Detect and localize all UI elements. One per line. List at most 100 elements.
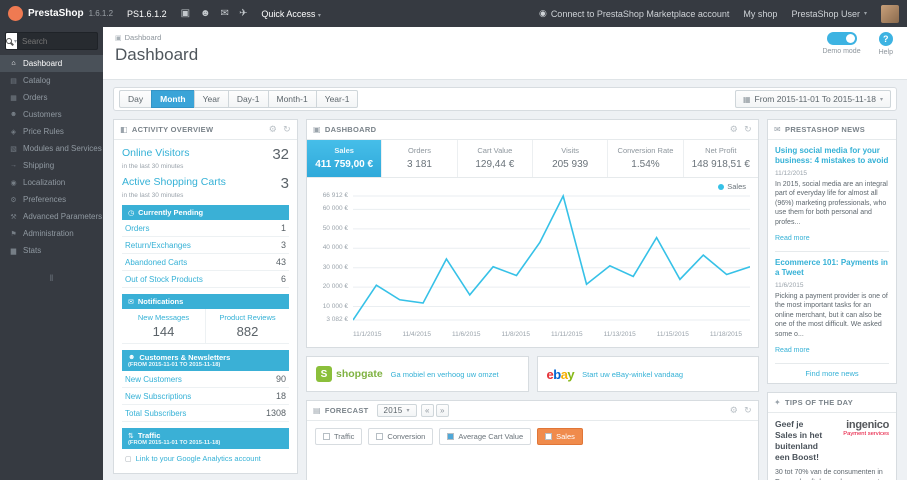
new-customers-link[interactable]: New Customers <box>125 375 182 384</box>
kpi-value: 205 939 <box>552 159 589 170</box>
search-scope-button[interactable]: ▾ <box>6 33 18 49</box>
breadcrumb[interactable]: ▣ Dashboard <box>115 33 895 42</box>
price-rules-icon: ◈ <box>10 128 17 136</box>
sidebar-item-label: Advanced Parameters <box>23 212 103 221</box>
chevron-down-icon: ▾ <box>863 11 867 17</box>
news-article-date: 11/6/2015 <box>775 281 804 289</box>
pending-returns-link[interactable]: Return/Exchanges <box>125 241 191 250</box>
gear-icon[interactable]: ⚙ <box>730 124 738 135</box>
kpi-sales-tab[interactable]: Sales 411 759,00 € <box>307 140 383 177</box>
period-month-1-button[interactable]: Month-1 <box>267 90 317 108</box>
prev-year-button[interactable]: « <box>420 404 434 417</box>
news-article: Ecommerce 101: Payments in a Tweet 11/6/… <box>775 258 889 357</box>
profile-icon[interactable]: ☻ <box>200 8 211 19</box>
legend-conversion-toggle[interactable]: Conversion <box>368 428 434 445</box>
legend-label: Sales <box>727 182 746 191</box>
out-of-stock-link[interactable]: Out of Stock Products <box>125 275 203 284</box>
sidebar-item-advanced-parameters[interactable]: ⚒ Advanced Parameters <box>0 208 103 225</box>
kpi-cart-value-tab[interactable]: Cart Value 129,44 € <box>458 140 533 177</box>
refresh-icon[interactable]: ↻ <box>744 405 752 416</box>
new-messages-cell[interactable]: New Messages 144 <box>122 309 205 343</box>
sidebar-item-catalog[interactable]: ▤ Catalog <box>0 72 103 89</box>
kpi-visits-tab[interactable]: Visits 205 939 <box>533 140 609 177</box>
cart-icon[interactable]: ▣ <box>181 8 190 19</box>
sidebar-collapse-button[interactable]: ‖ <box>0 273 103 283</box>
sidebar-item-customers[interactable]: ☻ Customers <box>0 106 103 123</box>
legend-avg-cart-toggle[interactable]: Average Cart Value <box>439 428 532 445</box>
sidebar-item-shipping[interactable]: → Shipping <box>0 157 103 174</box>
period-year-1-button[interactable]: Year-1 <box>315 90 359 108</box>
news-article-title[interactable]: Ecommerce 101: Payments in a Tweet <box>775 258 889 279</box>
y-axis-label: 60 000 € <box>322 205 348 213</box>
ebay-link[interactable]: Start uw eBay-winkel vandaag <box>582 370 683 379</box>
sidebar-item-administration[interactable]: ⚑ Administration <box>0 225 103 242</box>
period-month-button[interactable]: Month <box>151 90 195 108</box>
period-day-1-button[interactable]: Day-1 <box>227 90 269 108</box>
abandoned-carts-link[interactable]: Abandoned Carts <box>125 258 187 267</box>
refresh-icon[interactable]: ↻ <box>744 124 752 135</box>
kpi-value: 411 759,00 € <box>315 159 374 170</box>
user-menu[interactable]: PrestaShop User ▾ <box>791 9 867 19</box>
active-carts-link[interactable]: Active Shopping Carts <box>122 176 226 188</box>
sidebar-item-modules[interactable]: ▧ Modules and Services <box>0 140 103 157</box>
period-year-button[interactable]: Year <box>193 90 229 108</box>
my-shop-link[interactable]: My shop <box>743 9 777 19</box>
shop-name-link[interactable]: PS1.6.1.2 <box>127 9 167 19</box>
sidebar-item-preferences[interactable]: ⚙ Preferences <box>0 191 103 208</box>
sidebar-item-price-rules[interactable]: ◈ Price Rules <box>0 123 103 140</box>
sidebar-item-stats[interactable]: ▆ Stats <box>0 242 103 259</box>
total-subscribers-link[interactable]: Total Subscribers <box>125 409 186 418</box>
mail-icon[interactable]: ✉ <box>221 8 229 19</box>
year-select[interactable]: 2015 ▾ <box>376 404 417 417</box>
legend-sales-toggle[interactable]: Sales <box>537 428 583 445</box>
online-visitors-sub: in the last 30 minutes <box>122 163 184 170</box>
page-title: Dashboard <box>115 45 199 64</box>
marketplace-connect-link[interactable]: ◉ Connect to PrestaShop Marketplace acco… <box>539 8 729 19</box>
total-subscribers-value: 1308 <box>265 408 286 418</box>
quick-access-menu[interactable]: Quick Access ▾ <box>261 9 321 19</box>
product-reviews-label: Product Reviews <box>219 313 276 322</box>
kpi-label: Sales <box>334 146 354 155</box>
news-article-excerpt: Picking a payment provider is one of the… <box>775 292 888 338</box>
find-more-news-link[interactable]: Find more news <box>775 362 889 383</box>
pending-row: Orders 1 <box>122 220 289 237</box>
gear-icon[interactable]: ⚙ <box>269 124 277 135</box>
search-input[interactable] <box>17 36 97 46</box>
date-range-picker[interactable]: ▦ From 2015-11-01 To 2015-11-18 ▾ <box>734 90 891 108</box>
brand-name: PrestaShop <box>28 8 84 19</box>
pending-orders-link[interactable]: Orders <box>125 224 149 233</box>
prestashop-logo[interactable]: PrestaShop 1.6.1.2 <box>8 6 113 21</box>
new-subscriptions-link[interactable]: New Subscriptions <box>125 392 191 401</box>
kpi-conversion-tab[interactable]: Conversion Rate 1.54% <box>608 140 684 177</box>
online-visitors-link[interactable]: Online Visitors <box>122 147 190 159</box>
customers-title: Customers & Newsletters <box>139 353 231 362</box>
gear-icon[interactable]: ⚙ <box>730 405 738 416</box>
read-more-link[interactable]: Read more <box>775 235 810 242</box>
user-avatar[interactable] <box>881 4 899 23</box>
news-article-title[interactable]: Using social media for your business: 4 … <box>775 146 889 167</box>
help-icon[interactable]: ? <box>878 32 893 46</box>
google-analytics-link[interactable]: ▢ Link to your Google Analytics account <box>122 449 289 465</box>
traffic-section-header: ⇅ Traffic (FROM 2015-11-01 TO 2015-11-18… <box>122 428 289 449</box>
sidebar-item-localization[interactable]: ◉ Localization <box>0 174 103 191</box>
sidebar-item-dashboard[interactable]: ⌂ Dashboard <box>0 55 103 72</box>
read-more-link[interactable]: Read more <box>775 347 810 354</box>
shopgate-link[interactable]: Ga mobiel en verhoog uw omzet <box>391 370 499 379</box>
preferences-icon: ⚙ <box>10 196 17 204</box>
rocket-icon[interactable]: ✈ <box>239 8 247 19</box>
next-year-button[interactable]: » <box>435 404 449 417</box>
marketplace-label: Connect to PrestaShop Marketplace accoun… <box>550 8 730 19</box>
demo-mode-toggle[interactable] <box>826 32 857 45</box>
x-axis-label: 11/15/2015 <box>656 331 689 338</box>
legend-traffic-toggle[interactable]: Traffic <box>315 428 363 445</box>
kpi-net-profit-tab[interactable]: Net Profit 148 918,51 € <box>684 140 758 177</box>
sidebar-item-orders[interactable]: ▦ Orders <box>0 89 103 106</box>
refresh-icon[interactable]: ↻ <box>283 124 291 135</box>
y-axis-label: 30 000 € <box>322 263 348 271</box>
sidebar-search: ▾ <box>5 32 98 50</box>
period-day-button[interactable]: Day <box>119 90 153 108</box>
date-toolbar: Day Month Year Day-1 Month-1 Year-1 ▦ Fr… <box>113 87 897 111</box>
product-reviews-cell[interactable]: Product Reviews 882 <box>205 309 289 343</box>
kpi-orders-tab[interactable]: Orders 3 181 <box>382 140 458 177</box>
prestashop-logo-icon <box>8 6 23 21</box>
